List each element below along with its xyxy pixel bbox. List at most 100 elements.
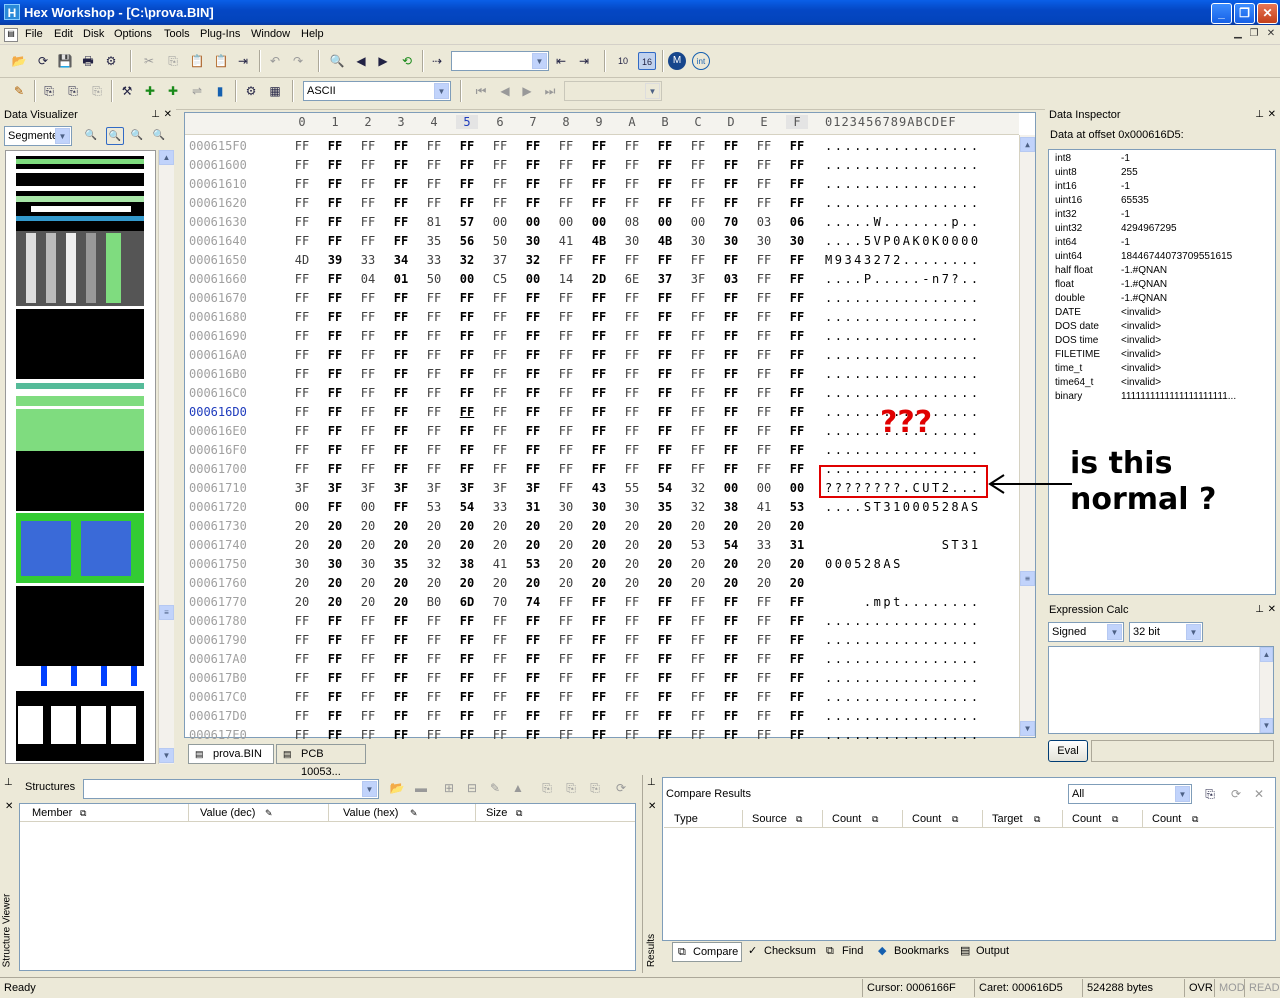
hex-byte[interactable]: 20 — [654, 536, 676, 555]
hex-byte[interactable]: FF — [390, 213, 412, 232]
hex-byte[interactable]: FF — [654, 156, 676, 175]
edit-icon[interactable]: ✎ — [486, 779, 504, 797]
hex-byte[interactable]: 20 — [423, 574, 445, 593]
hex-byte[interactable]: FF — [357, 612, 379, 631]
hex-byte[interactable]: FF — [588, 631, 610, 650]
hex-byte[interactable]: FF — [390, 688, 412, 707]
hex-byte[interactable]: FF — [291, 213, 313, 232]
col-member[interactable]: Member — [32, 804, 72, 822]
hex-byte[interactable]: FF — [555, 384, 577, 403]
hex-byte[interactable]: FF — [588, 175, 610, 194]
hex-byte[interactable]: 20 — [786, 555, 808, 574]
close-structure-icon[interactable]: ▬ — [412, 779, 430, 797]
hex-byte[interactable]: FF — [555, 137, 577, 156]
hex-byte[interactable]: 20 — [390, 536, 412, 555]
statistics-icon[interactable]: ▮ — [211, 82, 229, 100]
hex-byte[interactable]: FF — [291, 175, 313, 194]
hex-byte[interactable]: FF — [456, 137, 478, 156]
hex-byte[interactable]: 3F — [489, 479, 511, 498]
hex-byte[interactable]: FF — [654, 365, 676, 384]
ascii-text[interactable]: ................ — [825, 137, 981, 156]
hex-byte[interactable]: 20 — [753, 517, 775, 536]
hex-byte[interactable]: FF — [522, 460, 544, 479]
hex-row[interactable]: 00061660 FF FF 04 01 50 00 C5 00 14 2D 6E 37 3F 03 FF FF… — [185, 270, 1019, 289]
hex-byte[interactable]: FF — [522, 441, 544, 460]
bookmark-prev-icon[interactable]: ⇤ — [552, 52, 570, 70]
hex-byte[interactable]: FF — [555, 346, 577, 365]
hex-row[interactable]: 00061750 30 30 30 35 32 38 41 53 20 20 20 20 20 20 20 20… — [185, 555, 1019, 574]
hex-byte[interactable]: FF — [291, 422, 313, 441]
tab-find[interactable]: ⧉ Find — [822, 942, 870, 962]
hex-byte[interactable]: FF — [753, 669, 775, 688]
hex-byte[interactable]: FF — [423, 460, 445, 479]
close-icon[interactable]: ✕ — [164, 107, 172, 123]
col-count-4[interactable]: Count — [1152, 810, 1181, 828]
hex-byte[interactable]: FF — [588, 327, 610, 346]
hex-byte[interactable]: FF — [687, 612, 709, 631]
hex-byte[interactable]: FF — [654, 460, 676, 479]
hex-byte[interactable]: FF — [786, 384, 808, 403]
hex-byte[interactable]: FF — [654, 688, 676, 707]
hex-byte[interactable]: FF — [489, 308, 511, 327]
hex-byte[interactable]: 20 — [786, 517, 808, 536]
hex-byte[interactable]: FF — [489, 707, 511, 726]
hex-byte[interactable]: FF — [522, 194, 544, 213]
hex-byte[interactable]: FF — [786, 270, 808, 289]
hex-byte[interactable]: FF — [324, 631, 346, 650]
hex-byte[interactable]: FF — [291, 365, 313, 384]
scroll-down-icon[interactable]: ▼ — [1260, 718, 1273, 733]
hex-byte[interactable]: FF — [291, 460, 313, 479]
hex-byte[interactable]: FF — [456, 194, 478, 213]
ascii-text[interactable]: ................ — [825, 346, 981, 365]
mdi-restore-icon[interactable]: ❐ — [1246, 28, 1262, 42]
hex-byte[interactable]: FF — [456, 156, 478, 175]
hex-byte[interactable]: 57 — [456, 213, 478, 232]
hex-byte[interactable]: FF — [720, 422, 742, 441]
tab-pcb[interactable]: ▤ PCB 10053... — [276, 744, 366, 778]
hex-byte[interactable]: 20 — [522, 574, 544, 593]
prev-icon[interactable]: ◀ — [496, 82, 514, 100]
hex-byte[interactable]: FF — [621, 289, 643, 308]
hex-byte[interactable]: FF — [786, 346, 808, 365]
col-value-dec[interactable]: Value (dec) — [200, 804, 255, 822]
hex-byte[interactable]: 20 — [621, 555, 643, 574]
ascii-text[interactable]: .....W.......p.. — [825, 213, 981, 232]
ascii-text[interactable]: ................ — [825, 612, 981, 631]
hex-byte[interactable]: FF — [555, 365, 577, 384]
reload-icon[interactable]: ⟳ — [34, 52, 52, 70]
hex-byte[interactable]: FF — [753, 194, 775, 213]
hex-byte[interactable]: 43 — [588, 479, 610, 498]
hex-byte[interactable]: FF — [588, 593, 610, 612]
col-count-1[interactable]: Count — [832, 810, 861, 828]
hex-byte[interactable]: FF — [357, 327, 379, 346]
hex-byte[interactable]: 20 — [621, 536, 643, 555]
hex-byte[interactable]: FF — [753, 327, 775, 346]
hex-byte[interactable]: 30 — [720, 232, 742, 251]
zoom-in-icon[interactable]: 🔍 — [128, 127, 146, 145]
hex-byte[interactable]: 70 — [489, 593, 511, 612]
hex-byte[interactable]: 41 — [555, 232, 577, 251]
hex-byte[interactable]: FF — [456, 384, 478, 403]
hex-row[interactable]: 000615F0 FF FF FF FF FF FF FF FF FF FF FF FF FF FF FF FF… — [185, 137, 1019, 156]
hex-byte[interactable]: FF — [456, 289, 478, 308]
ascii-text[interactable]: ................ — [825, 156, 981, 175]
hex-byte[interactable]: 20 — [423, 517, 445, 536]
hex-byte[interactable]: FF — [390, 650, 412, 669]
hex-scrollbar[interactable]: ▲ ≡ ▼ — [1019, 135, 1035, 737]
structures-select[interactable]: ▼ — [83, 779, 379, 799]
hex-byte[interactable]: FF — [720, 403, 742, 422]
hex-byte[interactable]: 20 — [555, 536, 577, 555]
inspector-row[interactable]: double -1.#QNAN — [1055, 292, 1167, 306]
hex-byte[interactable]: 3F — [456, 479, 478, 498]
hex-byte[interactable]: FF — [423, 650, 445, 669]
hex-byte[interactable]: 00 — [489, 213, 511, 232]
ascii-text[interactable]: ................ — [825, 650, 981, 669]
hex-byte[interactable]: FF — [720, 289, 742, 308]
hex-byte[interactable]: FF — [720, 327, 742, 346]
hex-byte[interactable]: FF — [687, 194, 709, 213]
hex-row[interactable]: 000616C0 FF FF FF FF FF FF FF FF FF FF FF FF FF FF FF FF… — [185, 384, 1019, 403]
hex-byte[interactable]: FF — [654, 308, 676, 327]
hex-byte[interactable]: FF — [357, 403, 379, 422]
hex-byte[interactable]: 3F — [522, 479, 544, 498]
copy-hex-icon[interactable]: ⎘ — [64, 82, 82, 100]
